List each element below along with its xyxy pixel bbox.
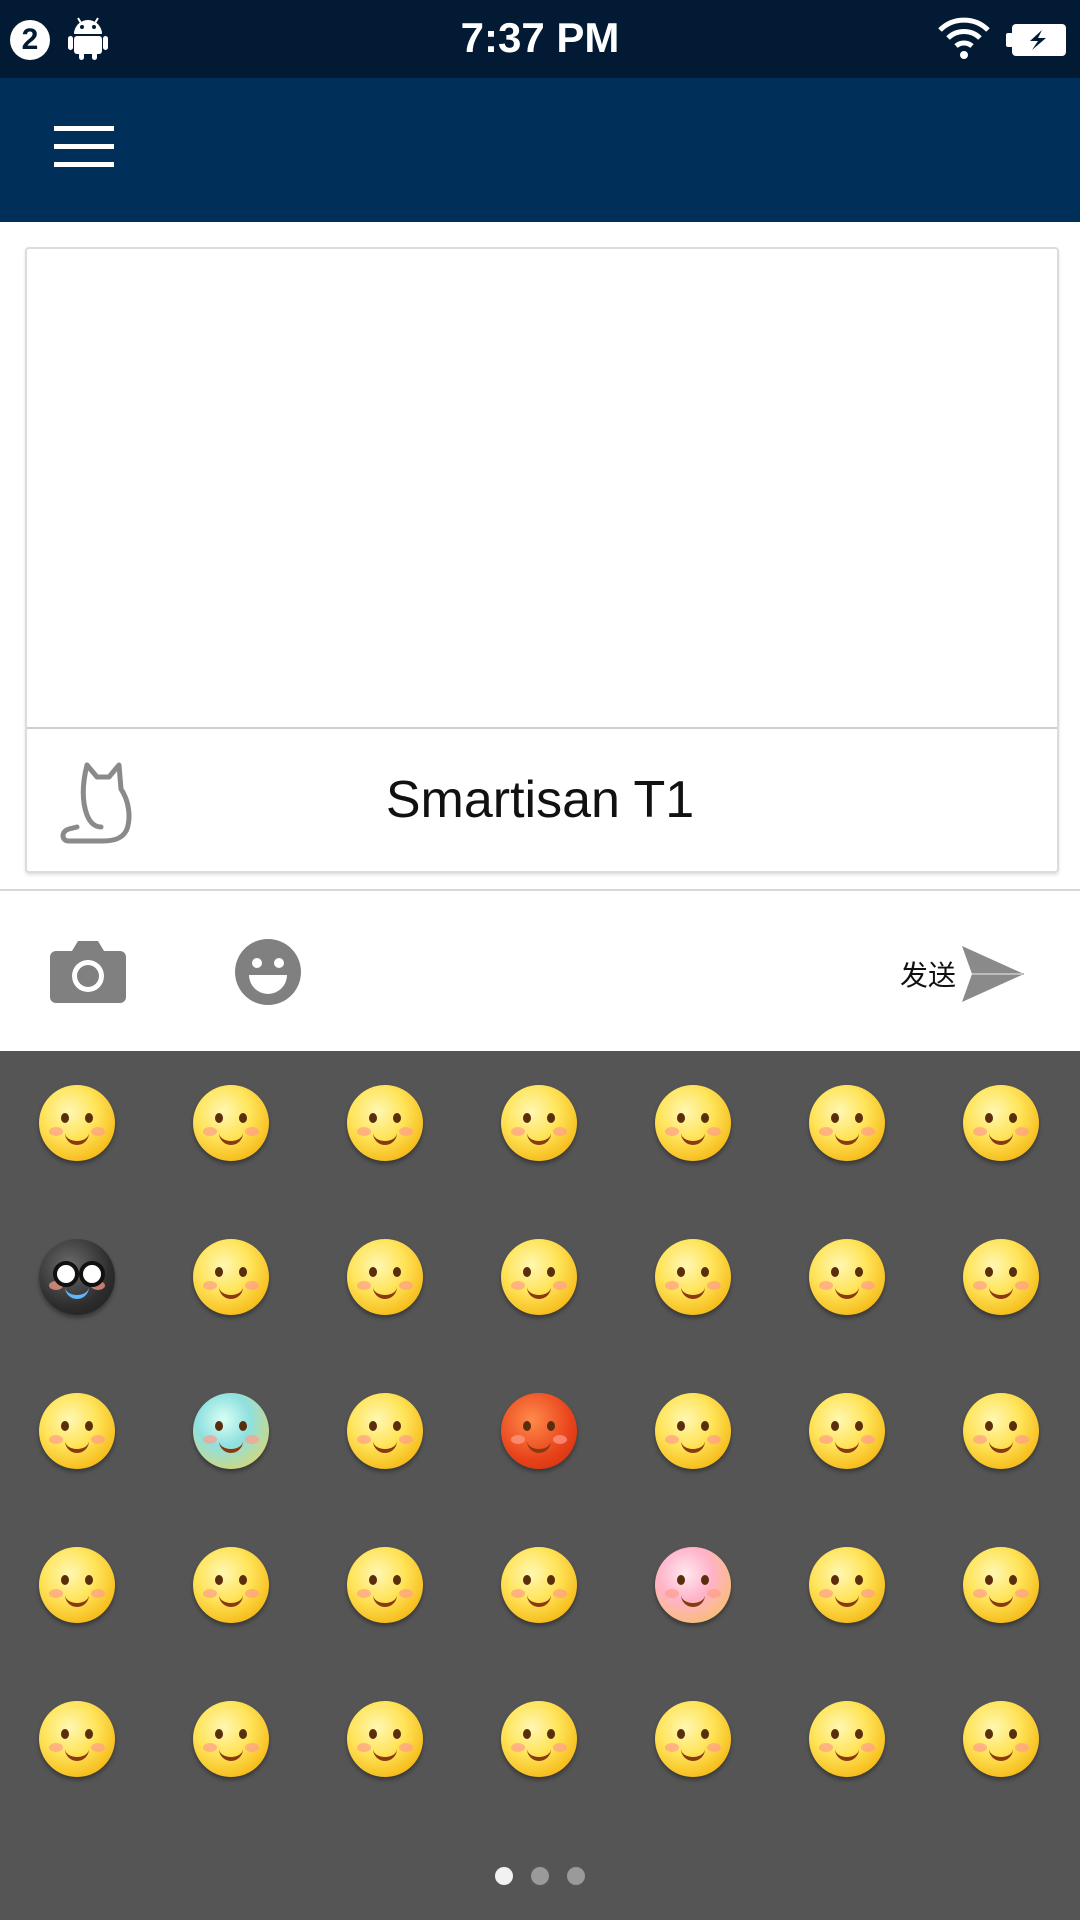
emoji-money-icon[interactable] (809, 1393, 885, 1469)
emoji-pleading-icon[interactable] (193, 1547, 269, 1623)
smiley-icon[interactable] (233, 937, 303, 1007)
send-label: 发送 (900, 960, 957, 991)
emoji-shush-icon[interactable] (39, 1085, 115, 1161)
emoji-doubt-icon[interactable] (809, 1547, 885, 1623)
battery-icon (1006, 24, 1066, 56)
input-toolbar: 发送 (0, 891, 1080, 1051)
page-dot[interactable] (495, 1867, 513, 1885)
emoji-dizzy-icon[interactable] (501, 1085, 577, 1161)
page-dot[interactable] (531, 1867, 549, 1885)
emoji-smirk-icon[interactable] (963, 1239, 1039, 1315)
divider (27, 727, 1057, 729)
emoji-kiss-icon[interactable] (347, 1085, 423, 1161)
emoji-sad-icon[interactable] (809, 1701, 885, 1777)
emoji-heart-eyes-icon[interactable] (809, 1085, 885, 1161)
app-bar (0, 78, 1080, 222)
emoji-laugh-icon[interactable] (193, 1701, 269, 1777)
emoji-pray-icon[interactable] (655, 1701, 731, 1777)
emoji-scream-icon[interactable] (347, 1701, 423, 1777)
page-indicator (0, 1867, 1080, 1885)
emoji-dark-tears-icon[interactable] (39, 1239, 115, 1315)
emoji-snicker-icon[interactable] (193, 1239, 269, 1315)
hamburger-menu-icon[interactable] (54, 124, 114, 172)
emoji-crying-icon[interactable] (193, 1085, 269, 1161)
message-input[interactable] (27, 249, 1057, 727)
send-button[interactable]: 发送 (900, 939, 1026, 1009)
emoji-angry-icon[interactable] (501, 1393, 577, 1469)
emoji-love-heart-icon[interactable] (501, 1701, 577, 1777)
emoji-sleepy-icon[interactable] (501, 1239, 577, 1315)
emoji-sweat-icon[interactable] (963, 1085, 1039, 1161)
status-bar: 2 7:37 PM (0, 0, 1080, 78)
send-arrow-icon (962, 946, 1025, 1002)
emoji-thinking-icon[interactable] (963, 1547, 1039, 1623)
wifi-icon (938, 17, 990, 59)
emoji-cold-sweat-icon[interactable] (193, 1393, 269, 1469)
status-time: 7:37 PM (460, 14, 620, 61)
emoji-yell-icon[interactable] (39, 1701, 115, 1777)
camera-icon[interactable] (50, 939, 126, 1003)
emoji-panel (0, 1051, 1080, 1920)
emoji-shy-icon[interactable] (809, 1239, 885, 1315)
emoji-annoyed-icon[interactable] (655, 1239, 731, 1315)
emoji-blush-icon[interactable] (347, 1393, 423, 1469)
emoji-hmph-icon[interactable] (347, 1547, 423, 1623)
emoji-zipped-mouth-icon[interactable] (655, 1393, 731, 1469)
emoji-wink-icon[interactable] (39, 1547, 115, 1623)
device-label: Smartisan T1 (385, 771, 695, 829)
emoji-yawn-icon[interactable] (347, 1239, 423, 1315)
emoji-vomit-icon[interactable] (655, 1547, 731, 1623)
page-dot[interactable] (567, 1867, 585, 1885)
emoji-cool-cigar-icon[interactable] (39, 1393, 115, 1469)
emoji-surprised-icon[interactable] (501, 1547, 577, 1623)
emoji-smile-icon[interactable] (655, 1085, 731, 1161)
emoji-grin-icon[interactable] (963, 1393, 1039, 1469)
emoji-hush-icon[interactable] (963, 1701, 1039, 1777)
